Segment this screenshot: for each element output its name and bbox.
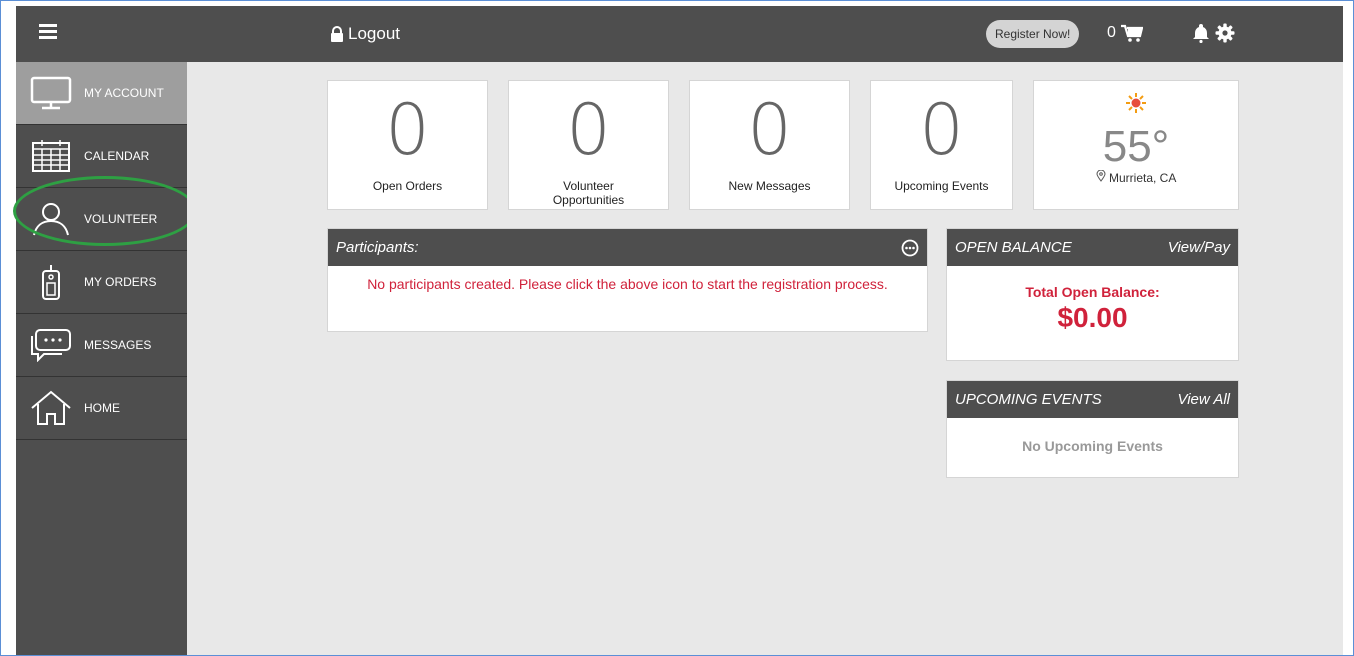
calendar-icon (32, 140, 70, 172)
upcoming-events-empty-message: No Upcoming Events (1022, 438, 1163, 454)
logout-link[interactable]: Logout (330, 24, 400, 44)
weather-location: Murrieta, CA (1034, 169, 1238, 185)
sidebar-item-label: MESSAGES (84, 338, 152, 352)
view-all-link[interactable]: View All (1177, 391, 1230, 408)
participants-empty-message: No participants created. Please click th… (367, 276, 888, 292)
sidebar-item-messages[interactable]: MESSAGES (16, 314, 187, 377)
stat-value: 0 (566, 89, 611, 171)
upcoming-events-title: UPCOMING EVENTS (955, 391, 1102, 408)
cart-count: 0 (1107, 24, 1116, 41)
open-balance-title: OPEN BALANCE (955, 239, 1072, 256)
logout-label: Logout (348, 24, 400, 43)
weather-location-label: Murrieta, CA (1108, 171, 1177, 185)
sidebar-item-label: MY ACCOUNT (84, 86, 164, 100)
sun-icon (1126, 93, 1146, 113)
chat-icon (31, 329, 71, 362)
lock-icon (331, 26, 343, 42)
sidebar-item-label: VOLUNTEER (84, 212, 158, 226)
weather-temperature: 55° (1102, 122, 1170, 171)
upcoming-events-panel: UPCOMING EVENTS View All No Upcoming Eve… (946, 380, 1239, 478)
stat-card-upcoming-events[interactable]: 0 Upcoming Events (870, 80, 1013, 210)
stat-label: New Messages (728, 179, 811, 193)
dashboard-main: 0 Open Orders 0 Volunteer Opportunities … (187, 62, 1343, 655)
stat-value: 0 (747, 89, 792, 171)
hamburger-menu-icon[interactable] (39, 24, 57, 40)
participants-title: Participants: (336, 239, 419, 256)
sidebar-item-my-orders[interactable]: MY ORDERS (16, 251, 187, 314)
stat-value: 0 (385, 89, 430, 171)
stat-label: Open Orders (372, 179, 443, 193)
sidebar-item-label: MY ORDERS (84, 275, 157, 289)
stat-label: Upcoming Events (894, 179, 989, 193)
cart-icon[interactable] (1121, 24, 1143, 42)
home-icon (31, 390, 71, 425)
stat-value: 0 (919, 89, 964, 171)
stat-card-volunteer-opportunities[interactable]: 0 Volunteer Opportunities (508, 80, 669, 210)
register-now-button[interactable]: Register Now! (986, 20, 1080, 48)
sidebar-item-my-account[interactable]: MY ACCOUNT (16, 62, 187, 125)
sidebar-item-label: CALENDAR (84, 149, 150, 163)
participants-panel: Participants: No participants created. P… (327, 228, 928, 332)
stat-card-new-messages[interactable]: 0 New Messages (689, 80, 850, 210)
bell-icon[interactable] (1191, 23, 1211, 43)
monitor-icon (30, 76, 72, 110)
sidebar-nav: MY ACCOUNT CALENDAR VOLUNTEER MY ORDERS … (16, 62, 187, 655)
sidebar-item-calendar[interactable]: CALENDAR (16, 125, 187, 188)
upcoming-events-header: UPCOMING EVENTS View All (947, 381, 1238, 418)
weather-card: 55° Murrieta, CA (1033, 80, 1239, 210)
more-options-icon[interactable] (901, 239, 919, 257)
person-icon (33, 203, 69, 236)
open-balance-panel: OPEN BALANCE View/Pay Total Open Balance… (946, 228, 1239, 361)
sidebar-item-volunteer[interactable]: VOLUNTEER (16, 188, 187, 251)
app-frame: Logout Register Now! 0 MY ACCOUNT CALEND… (0, 0, 1354, 656)
sidebar-item-label: HOME (84, 401, 120, 415)
view-pay-link[interactable]: View/Pay (1168, 239, 1230, 256)
top-bar: Logout Register Now! 0 (16, 6, 1343, 62)
total-open-balance-label: Total Open Balance: (1025, 284, 1160, 300)
stat-label: Volunteer Opportunities (552, 179, 625, 207)
stat-card-open-orders[interactable]: 0 Open Orders (327, 80, 488, 210)
participants-header: Participants: (328, 229, 927, 266)
tag-icon (42, 265, 60, 300)
open-balance-header: OPEN BALANCE View/Pay (947, 229, 1238, 266)
sidebar-item-home[interactable]: HOME (16, 377, 187, 440)
gear-icon[interactable] (1215, 23, 1235, 43)
total-open-balance-amount: $0.00 (1057, 302, 1128, 333)
location-pin-icon (1096, 169, 1106, 182)
